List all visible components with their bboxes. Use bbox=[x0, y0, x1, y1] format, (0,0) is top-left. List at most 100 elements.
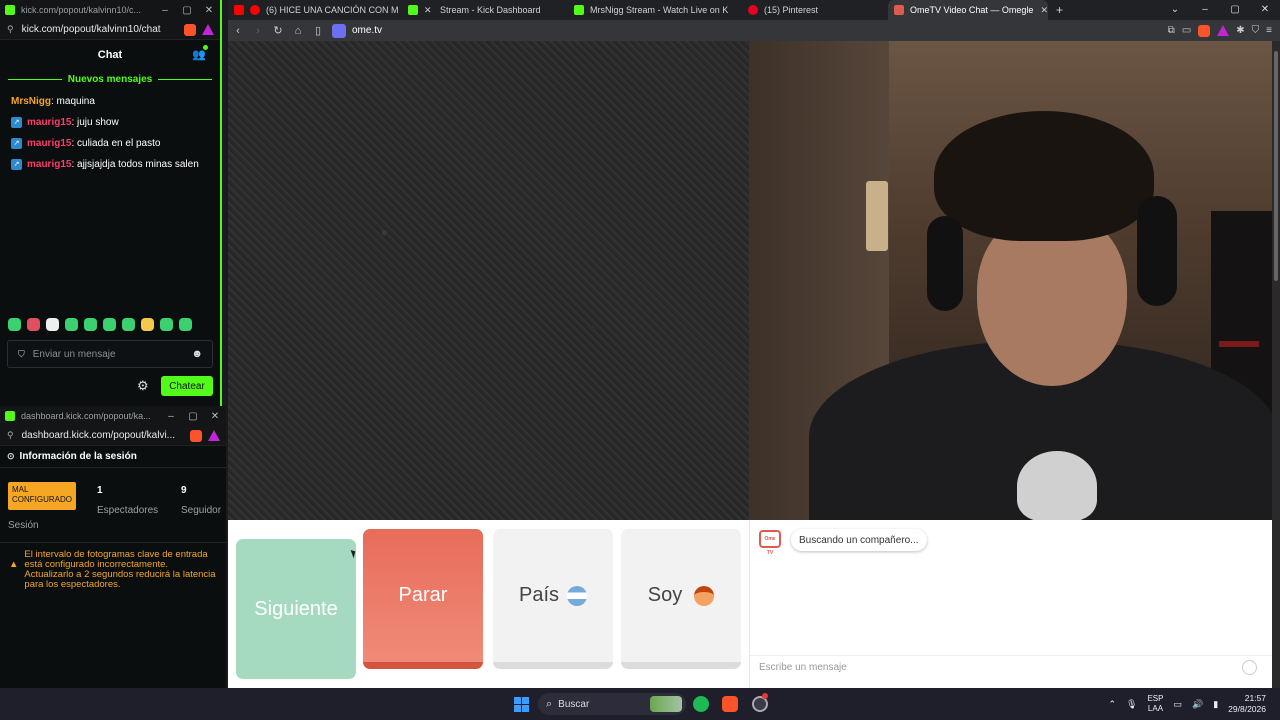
person-hair bbox=[934, 111, 1154, 241]
muted-icon[interactable]: ✕ bbox=[424, 5, 434, 15]
forward-icon[interactable]: › bbox=[248, 25, 268, 37]
new-tab-button[interactable]: + bbox=[1048, 0, 1070, 20]
clock[interactable]: 21:57 29/8/2026 bbox=[1228, 693, 1266, 715]
tab-label: Stream - Kick Dashboard bbox=[440, 5, 541, 15]
tab-pinterest[interactable]: (15) Pinterest bbox=[728, 0, 888, 20]
new-messages-divider[interactable]: Nuevos mensajes bbox=[8, 74, 212, 85]
extensions-icon[interactable]: ✱ bbox=[1236, 25, 1244, 36]
subscriber-badge-icon: ↗ bbox=[11, 159, 22, 170]
tab-youtube-song[interactable]: (6) HICE UNA CANCIÓN CON MORTE bbox=[228, 0, 398, 20]
chevron-down-icon[interactable]: ⌄ bbox=[1160, 0, 1190, 20]
language-indicator[interactable]: ESP LAA bbox=[1147, 694, 1163, 714]
close-button[interactable]: ✕ bbox=[204, 411, 226, 422]
tab-kick-mrsnigg[interactable]: MrsNigg Stream - Watch Live on Kick bbox=[564, 0, 728, 20]
chat-username[interactable]: MrsNigg bbox=[11, 96, 51, 107]
chat-username[interactable]: maurig15 bbox=[27, 117, 71, 128]
headphones bbox=[1137, 196, 1177, 306]
back-icon[interactable]: ‹ bbox=[228, 25, 248, 37]
emote-icon[interactable] bbox=[122, 318, 135, 331]
emote-icon[interactable] bbox=[160, 318, 173, 331]
menu-icon[interactable]: ≡ bbox=[1266, 25, 1272, 36]
vpn-icon[interactable]: ⛉ bbox=[1252, 25, 1260, 36]
site-info-icon[interactable]: ⚲ bbox=[7, 430, 14, 441]
scrollbar-thumb[interactable] bbox=[1274, 51, 1278, 281]
emote-icon[interactable] bbox=[27, 318, 40, 331]
chat-window-url[interactable]: kick.com/popout/kalvinn10/chat bbox=[22, 24, 184, 35]
close-button[interactable]: ✕ bbox=[1250, 0, 1280, 20]
maximize-button[interactable]: ▢ bbox=[182, 411, 204, 422]
emote-icon[interactable] bbox=[179, 318, 192, 331]
message-input[interactable]: Escribe un mensaje bbox=[750, 655, 1273, 679]
country-button[interactable]: País bbox=[493, 529, 613, 669]
maximize-button[interactable]: ▢ bbox=[1220, 0, 1250, 20]
page-scrollbar[interactable] bbox=[1272, 41, 1280, 688]
next-button[interactable]: Siguiente bbox=[236, 539, 356, 679]
spotify-icon[interactable] bbox=[693, 696, 709, 712]
battery-icon[interactable]: ▮ bbox=[1213, 699, 1218, 710]
network-icon[interactable]: ▭ bbox=[1173, 699, 1182, 710]
intercom-phone bbox=[866, 181, 888, 251]
volume-icon[interactable]: 🔊 bbox=[1192, 699, 1203, 710]
stop-button[interactable]: Parar bbox=[363, 529, 483, 669]
start-button[interactable] bbox=[514, 697, 529, 712]
brave-rewards-icon[interactable] bbox=[202, 24, 214, 35]
session-info-header[interactable]: ⊙ Información de la sesión bbox=[0, 446, 226, 468]
emote-icon[interactable] bbox=[46, 318, 59, 331]
emote-icon[interactable] bbox=[65, 318, 78, 331]
tab-kick-dashboard[interactable]: ✕ Stream - Kick Dashboard bbox=[398, 0, 564, 20]
kick-logo-icon bbox=[5, 5, 15, 15]
chat-header: Chat 👥 bbox=[0, 40, 220, 70]
minimize-button[interactable]: – bbox=[154, 5, 176, 16]
emote-icon[interactable] bbox=[103, 318, 116, 331]
minimize-button[interactable]: – bbox=[160, 411, 182, 422]
dashboard-window-url[interactable]: dashboard.kick.com/popout/kalvi... bbox=[22, 430, 190, 441]
message-placeholder: Escribe un mensaje bbox=[759, 662, 847, 673]
site-permissions-icon[interactable] bbox=[332, 23, 346, 38]
close-tab-icon[interactable]: ✕ bbox=[1040, 5, 1048, 16]
brave-shield-icon[interactable] bbox=[184, 23, 196, 36]
emote-bar bbox=[8, 318, 192, 331]
address-bar[interactable]: ome.tv bbox=[352, 25, 1168, 36]
emoji-icon[interactable]: ☻ bbox=[191, 348, 203, 360]
emote-icon[interactable] bbox=[84, 318, 97, 331]
brave-rewards-icon[interactable] bbox=[1217, 25, 1230, 36]
cast-icon[interactable]: ▭ bbox=[1182, 25, 1191, 36]
minimize-button[interactable]: – bbox=[1190, 0, 1220, 20]
bookmark-icon[interactable]: ▯ bbox=[308, 24, 328, 37]
send-chat-button[interactable]: Chatear bbox=[161, 376, 213, 396]
gear-icon[interactable]: ⚙ bbox=[137, 378, 149, 394]
tab-ometv[interactable]: OmeTV Video Chat — Omegle ✕ bbox=[888, 0, 1048, 20]
ometv-chat-panel: Ome TV Buscando un compañero... Escribe … bbox=[749, 520, 1273, 688]
chat-username[interactable]: maurig15 bbox=[27, 159, 71, 170]
microphone-icon[interactable]: 🎙 bbox=[1126, 699, 1137, 710]
chat-window-titlebar: kick.com/popout/kalvinn10/c... – ▢ ✕ bbox=[0, 0, 220, 20]
pinterest-icon bbox=[748, 5, 758, 15]
translate-icon[interactable]: ⧉ bbox=[1168, 25, 1175, 36]
chat-message-input[interactable]: ⛉ Enviar un mensaje ☻ bbox=[7, 340, 213, 368]
close-button[interactable]: ✕ bbox=[198, 5, 220, 16]
search-placeholder: Buscar bbox=[558, 698, 590, 710]
taskbar-search[interactable]: ⌕ Buscar bbox=[538, 693, 686, 715]
brave-shield-icon[interactable] bbox=[1198, 24, 1211, 37]
tab-label: MrsNigg Stream - Watch Live on Kick bbox=[590, 5, 728, 15]
gender-button[interactable]: Soy bbox=[621, 529, 741, 669]
online-indicator bbox=[203, 45, 208, 50]
chat-text: : ajjsjajdja todos minas salen bbox=[71, 159, 199, 170]
maximize-button[interactable]: ▢ bbox=[176, 5, 198, 16]
audio-playing-icon[interactable] bbox=[250, 5, 260, 15]
site-info-icon[interactable]: ⚲ bbox=[7, 24, 14, 35]
search-highlight-image bbox=[650, 696, 682, 712]
kick-dashboard-window: dashboard.kick.com/popout/ka... – ▢ ✕ ⚲ … bbox=[0, 406, 226, 688]
users-icon[interactable]: 👥 bbox=[192, 48, 206, 61]
emote-icon[interactable] bbox=[141, 318, 154, 331]
emoji-icon[interactable] bbox=[1242, 660, 1257, 675]
emote-icon[interactable] bbox=[8, 318, 21, 331]
reload-icon[interactable]: ↻ bbox=[268, 24, 288, 37]
brave-icon[interactable] bbox=[722, 696, 738, 712]
brave-shield-icon[interactable] bbox=[190, 429, 202, 442]
chat-username[interactable]: maurig15 bbox=[27, 138, 71, 149]
brave-rewards-icon[interactable] bbox=[208, 430, 220, 441]
chevron-up-icon[interactable]: ⌃ bbox=[1108, 699, 1116, 710]
home-icon[interactable]: ⌂ bbox=[288, 25, 308, 37]
kick-icon bbox=[408, 5, 418, 15]
